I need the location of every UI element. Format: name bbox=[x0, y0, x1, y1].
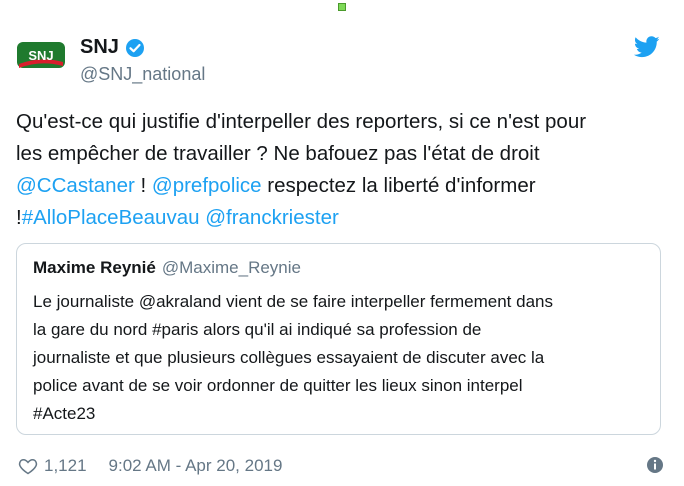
selection-handle[interactable] bbox=[338, 3, 346, 11]
display-name[interactable]: SNJ bbox=[80, 36, 119, 59]
quoted-author-name: Maxime Reynié bbox=[33, 258, 156, 277]
quoted-line-2: la gare du nord #paris alors qu'il ai in… bbox=[33, 320, 482, 339]
quoted-tweet[interactable]: Maxime Reynié @Maxime_Reynie Le journali… bbox=[16, 243, 661, 435]
verified-badge-icon bbox=[125, 38, 145, 58]
avatar[interactable]: SNJ bbox=[16, 38, 66, 72]
quoted-line-4: police avant de se voir ordonner de quit… bbox=[33, 376, 523, 395]
hashtag-alloplacebeauvau[interactable]: #AlloPlaceBeauvau bbox=[22, 206, 200, 229]
tweet-line-3-rest: respectez la liberté d'informer bbox=[261, 174, 536, 197]
like-count[interactable]: 1,121 bbox=[44, 456, 87, 476]
tweet-header: SNJ SNJ @SNJ_national bbox=[16, 30, 668, 86]
avatar-text: SNJ bbox=[28, 48, 53, 63]
handle[interactable]: @SNJ_national bbox=[80, 64, 205, 85]
tweet-line-1: Qu'est-ce qui justifie d'interpeller des… bbox=[16, 110, 587, 133]
quoted-tweet-header: Maxime Reynié @Maxime_Reynie bbox=[33, 258, 644, 278]
heart-icon[interactable] bbox=[18, 456, 38, 476]
timestamp[interactable]: 9:02 AM - Apr 20, 2019 bbox=[109, 456, 283, 476]
tweet-footer: 1,121 9:02 AM - Apr 20, 2019 bbox=[18, 453, 664, 479]
mention-prefpolice[interactable]: @prefpolice bbox=[152, 174, 262, 197]
quoted-line-1: Le journaliste @akraland vient de se fai… bbox=[33, 292, 553, 311]
quoted-line-3: journaliste et que plusieurs collègues e… bbox=[33, 348, 545, 367]
mention-ccastaner[interactable]: @CCastaner bbox=[16, 174, 135, 197]
tweet-line-2: les empêcher de travailler ? Ne bafouez … bbox=[16, 142, 540, 165]
quoted-tweet-text: Le journaliste @akraland vient de se fai… bbox=[33, 288, 644, 428]
mention-franckriester[interactable]: @franckriester bbox=[205, 206, 339, 229]
tweet-text: Qu'est-ce qui justifie d'interpeller des… bbox=[16, 106, 656, 234]
name-row: SNJ bbox=[80, 36, 145, 59]
separator-text: ! bbox=[134, 174, 152, 197]
twitter-bird-icon[interactable] bbox=[633, 36, 660, 58]
quoted-line-5: #Acte23 bbox=[33, 404, 96, 423]
quoted-author-handle: @Maxime_Reynie bbox=[161, 258, 301, 277]
tweet-line-4: !#AlloPlaceBeauvau @franckriester bbox=[16, 202, 656, 234]
info-icon[interactable] bbox=[646, 456, 664, 474]
tweet-line-3: @CCastaner ! @prefpolice respectez la li… bbox=[16, 170, 656, 202]
